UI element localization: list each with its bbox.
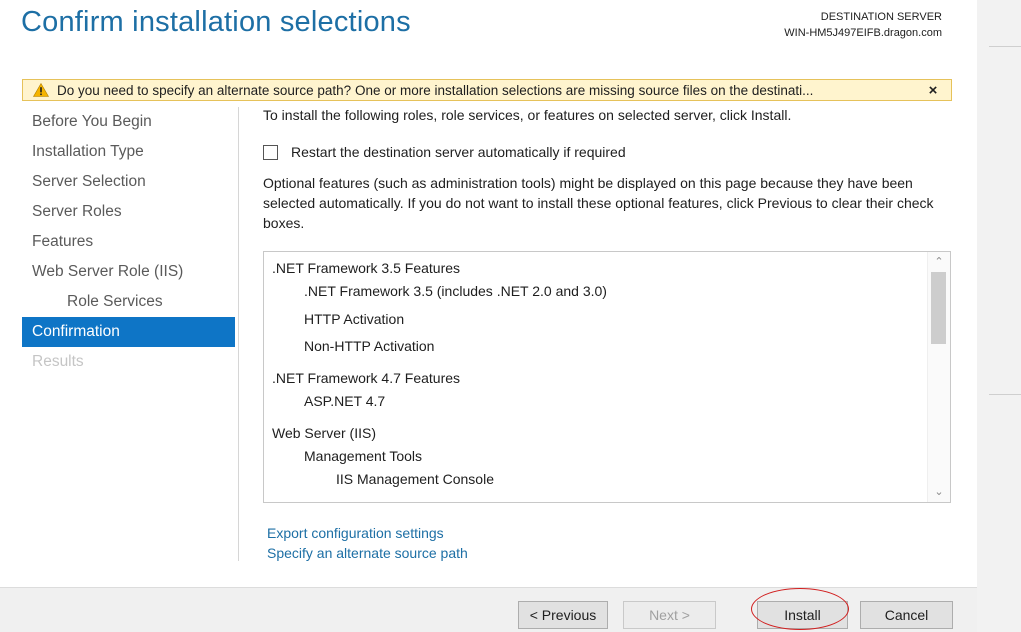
divider — [989, 394, 1021, 395]
list-item: HTTP Activation — [304, 311, 405, 327]
warning-banner: Do you need to specify an alternate sour… — [22, 79, 952, 101]
sidebar-item-role-services[interactable]: Role Services — [22, 287, 235, 317]
list-item: ASP.NET 4.7 — [304, 393, 386, 409]
warning-icon — [33, 83, 49, 97]
export-configuration-link[interactable]: Export configuration settings — [267, 523, 468, 543]
destination-server-name: WIN-HM5J497EIFB.dragon.com — [784, 27, 942, 39]
divider — [989, 46, 1021, 47]
sidebar-item-before-you-begin[interactable]: Before You Begin — [22, 107, 235, 137]
right-background-strip — [977, 0, 1021, 632]
sidebar-item-server-selection[interactable]: Server Selection — [22, 167, 235, 197]
close-icon[interactable]: × — [923, 82, 943, 99]
wizard-footer: < Previous Next > Install Cancel — [0, 587, 977, 632]
wizard-window: Confirm installation selections DESTINAT… — [0, 0, 1021, 632]
sidebar-item-web-server-role[interactable]: Web Server Role (IIS) — [22, 257, 235, 287]
alternate-source-path-link[interactable]: Specify an alternate source path — [267, 543, 468, 563]
list-item: .NET Framework 3.5 (includes .NET 2.0 an… — [304, 283, 607, 299]
chevron-down-icon[interactable]: ⌄ — [928, 484, 950, 500]
list-item: .NET Framework 3.5 Features — [272, 260, 461, 276]
restart-checkbox[interactable] — [263, 144, 278, 160]
list-item: Web Server (IIS) — [272, 425, 376, 441]
destination-server-label: DESTINATION SERVER — [820, 11, 942, 23]
features-list-content: .NET Framework 3.5 Features .NET Framewo… — [264, 252, 928, 502]
sidebar-item-server-roles[interactable]: Server Roles — [22, 197, 235, 227]
sidebar-item-installation-type[interactable]: Installation Type — [22, 137, 235, 167]
list-item: Non-HTTP Activation — [304, 338, 435, 354]
list-item: Management Tools — [304, 448, 423, 464]
chevron-up-icon[interactable]: ⌃ — [928, 254, 950, 270]
features-list[interactable]: .NET Framework 3.5 Features .NET Framewo… — [263, 251, 951, 503]
sidebar-item-features[interactable]: Features — [22, 227, 235, 257]
destination-server-info: DESTINATION SERVER WIN-HM5J497EIFB.drago… — [784, 9, 942, 41]
page-title: Confirm installation selections — [21, 6, 411, 38]
restart-option[interactable]: Restart the destination server automatic… — [263, 144, 626, 160]
list-scrollbar[interactable]: ⌃ ⌄ — [927, 252, 950, 502]
wizard-steps-nav: Before You Begin Installation Type Serve… — [22, 107, 235, 377]
sidebar-item-confirmation[interactable]: Confirmation — [22, 317, 235, 347]
restart-label: Restart the destination server automatic… — [291, 144, 626, 160]
sidebar-divider — [238, 107, 239, 561]
next-button[interactable]: Next > — [623, 601, 716, 629]
action-links: Export configuration settings Specify an… — [267, 523, 468, 563]
list-item: IIS Management Console — [336, 471, 494, 487]
main-content: To install the following roles, role ser… — [263, 107, 953, 231]
install-button[interactable]: Install — [757, 601, 848, 629]
cancel-button[interactable]: Cancel — [860, 601, 953, 629]
previous-button[interactable]: < Previous — [518, 601, 608, 629]
warning-text: Do you need to specify an alternate sour… — [57, 82, 814, 98]
intro-text: To install the following roles, role ser… — [263, 107, 792, 123]
optional-features-note: Optional features (such as administratio… — [263, 175, 934, 231]
list-item: .NET Framework 4.7 Features — [272, 370, 461, 386]
sidebar-item-results: Results — [32, 353, 84, 370]
scrollbar-thumb[interactable] — [931, 272, 946, 344]
